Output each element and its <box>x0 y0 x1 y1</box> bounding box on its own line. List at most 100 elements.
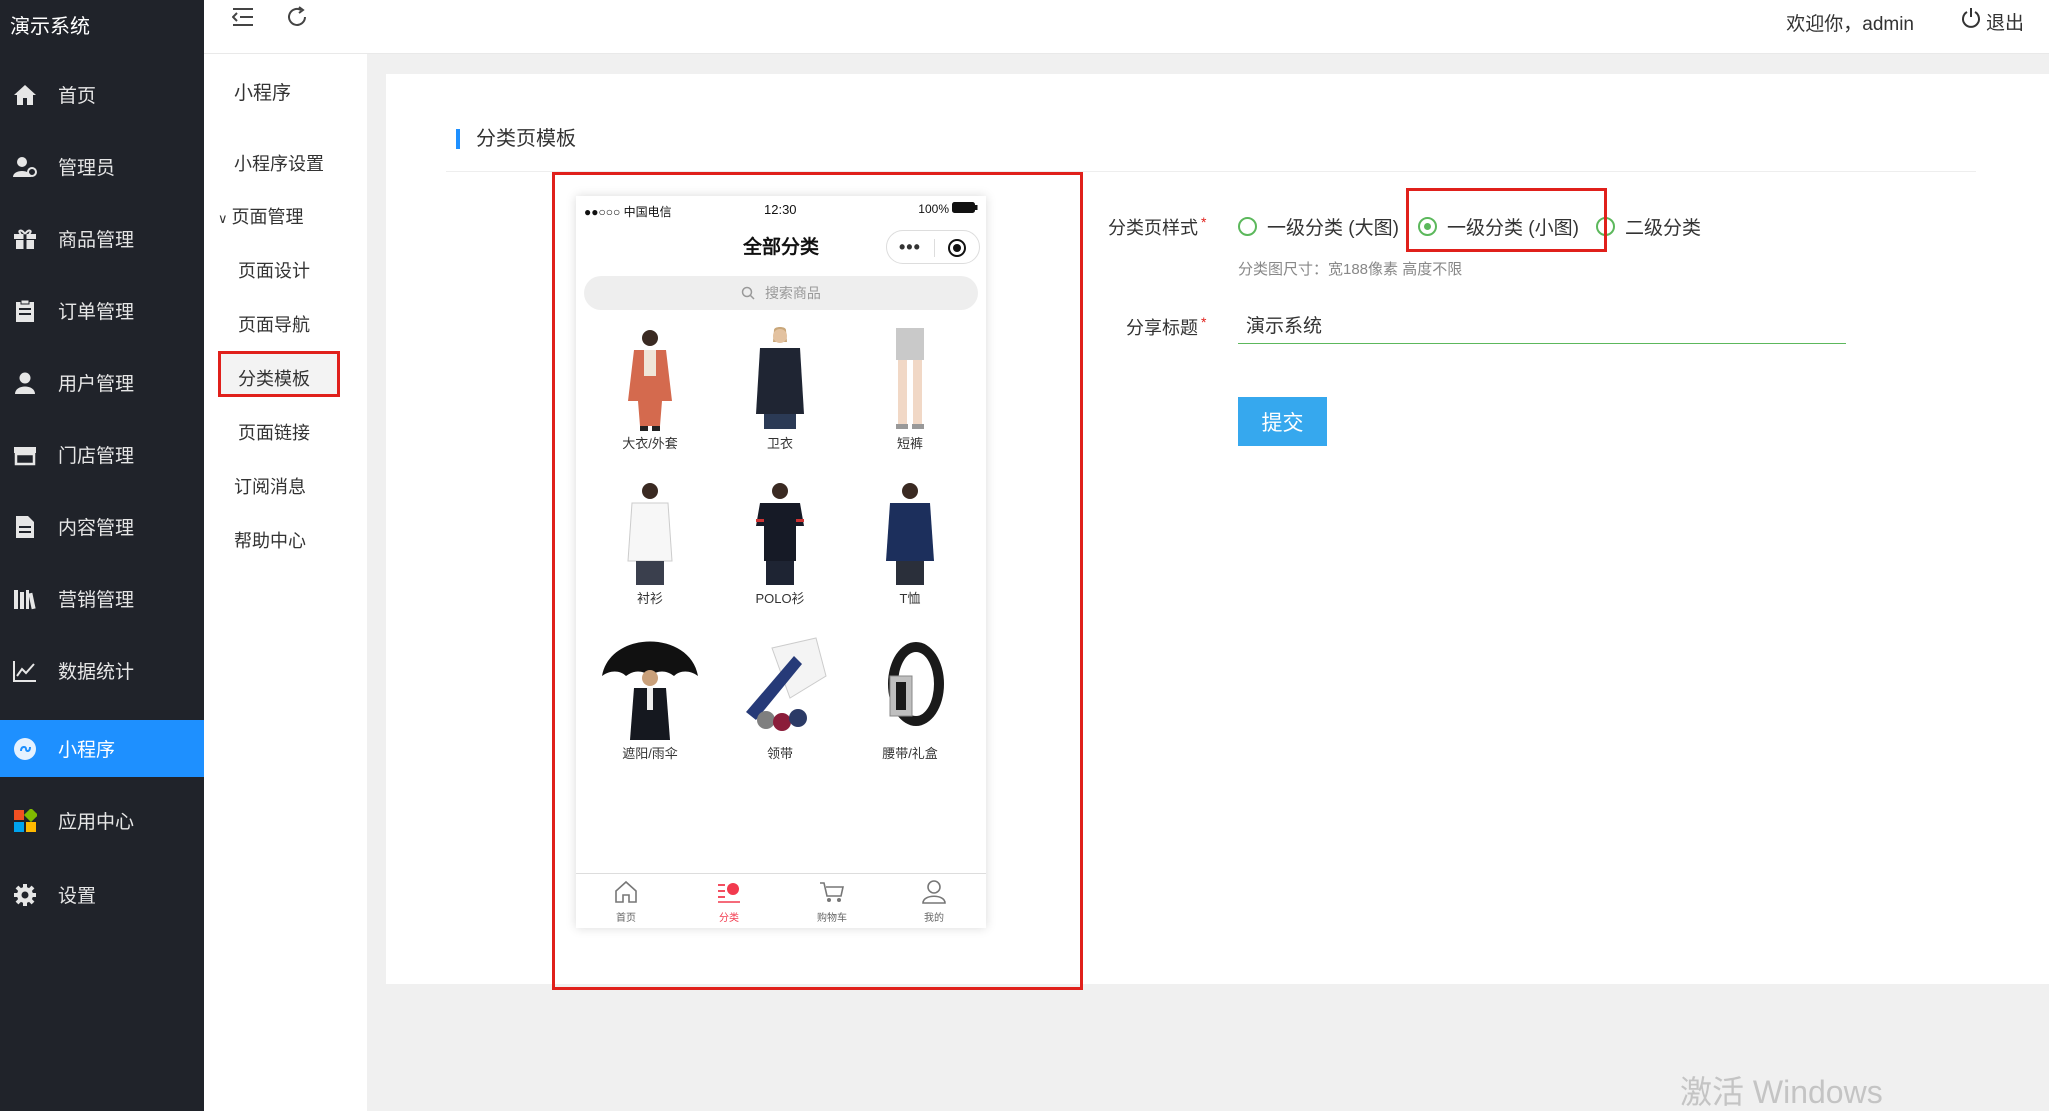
category-item[interactable]: 卫衣 <box>725 326 835 452</box>
mini-program-capsule[interactable]: ••• <box>886 230 980 264</box>
subnav-title: 小程序 <box>234 83 292 104</box>
sidebar-item-orders[interactable]: 订单管理 <box>0 282 204 339</box>
subnav-group-label: 页面管理 <box>231 207 304 227</box>
radio-label: 二级分类 <box>1625 218 1702 239</box>
logout-button[interactable]: 退出 <box>1960 7 2024 35</box>
category-icon <box>716 883 742 907</box>
subnav-item-page-nav[interactable]: 页面导航 <box>238 311 310 337</box>
sidebar-item-statistics[interactable]: 数据统计 <box>0 642 204 699</box>
category-item[interactable]: 遮阳/雨伞 <box>595 636 705 762</box>
image-size-hint: 分类图尺寸：宽188像素 高度不限 <box>1238 261 1463 278</box>
mini-program-icon <box>10 737 40 761</box>
tshirt-image <box>860 481 960 586</box>
phone-tab-home[interactable]: 首页 <box>586 880 666 924</box>
category-item[interactable]: POLO衫 <box>725 481 835 607</box>
umbrella-image <box>600 636 700 741</box>
gift-icon <box>10 227 40 251</box>
brand-title: 演示系统 <box>10 16 90 38</box>
category-label: 卫衣 <box>766 436 793 451</box>
required-mark: * <box>1201 214 1207 230</box>
subnav-item-settings[interactable]: 小程序设置 <box>234 150 324 176</box>
radio-large-image[interactable]: 一级分类 (大图) <box>1238 213 1399 240</box>
subnav-item-page-design[interactable]: 页面设计 <box>238 257 310 283</box>
battery-icon <box>952 202 978 216</box>
logout-label: 退出 <box>1985 12 2024 34</box>
sidebar-item-marketing[interactable]: 营销管理 <box>0 570 204 627</box>
phone-tab-cart[interactable]: 购物车 <box>792 880 872 924</box>
profile-icon <box>921 880 947 907</box>
shorts-image <box>860 326 960 431</box>
chevron-down-icon: ∨ <box>218 211 228 226</box>
search-placeholder: 搜索商品 <box>764 285 821 301</box>
home-icon <box>613 880 639 907</box>
category-item[interactable]: T恤 <box>855 481 965 607</box>
admin-user-icon <box>10 155 40 179</box>
app-grid-icon <box>10 808 40 833</box>
menu-fold-icon[interactable] <box>231 6 254 33</box>
selected-option-highlight <box>1406 188 1607 252</box>
page-title: 分类页模板 <box>456 129 576 149</box>
category-item[interactable]: 衬衫 <box>595 481 705 607</box>
sidebar-item-label: 用户管理 <box>58 374 135 395</box>
close-circle-icon[interactable] <box>948 239 966 257</box>
sidebar-item-settings[interactable]: 设置 <box>0 866 204 923</box>
sidebar-item-label: 营销管理 <box>58 590 135 611</box>
sidebar-item-label: 应用中心 <box>58 812 135 833</box>
required-mark: * <box>1201 314 1207 330</box>
belt-image <box>860 636 960 741</box>
sub-navigation: 小程序 小程序设置 ∨ 页面管理 页面设计 页面导航 分类模板 页面链接 订阅消息… <box>204 0 367 1111</box>
sidebar-item-content[interactable]: 内容管理 <box>0 498 204 555</box>
category-label: 遮阳/雨伞 <box>622 746 678 761</box>
subnav-item-page-management[interactable]: ∨ 页面管理 <box>218 203 304 229</box>
sidebar-item-app-center[interactable]: 应用中心 <box>0 792 204 849</box>
category-item[interactable]: 腰带/礼盒 <box>855 636 965 762</box>
radio-two-level[interactable]: 二级分类 <box>1596 213 1701 240</box>
more-icon[interactable]: ••• <box>899 237 921 258</box>
tab-label: 首页 <box>616 913 636 924</box>
radio-label: 一级分类 (大图) <box>1267 218 1399 239</box>
tie-image <box>730 636 830 741</box>
polo-shirt-image <box>730 481 830 586</box>
share-title-input[interactable] <box>1238 306 1846 344</box>
category-item[interactable]: 领带 <box>725 636 835 762</box>
user-icon <box>10 371 40 395</box>
sidebar-item-mini-program[interactable]: 小程序 <box>0 720 204 777</box>
category-label: 领带 <box>766 746 793 761</box>
carrier-text: ●●○○○ 中国电信 <box>584 205 672 219</box>
category-label: T恤 <box>899 591 921 606</box>
phone-tab-profile[interactable]: 我的 <box>894 880 974 924</box>
subnav-item-page-links[interactable]: 页面链接 <box>238 419 310 445</box>
subnav-item-subscribe-msg[interactable]: 订阅消息 <box>234 473 306 499</box>
category-item[interactable]: 大衣/外套 <box>595 326 705 452</box>
coat-image <box>600 326 700 431</box>
category-label: 腰带/礼盒 <box>882 746 938 761</box>
line-chart-icon <box>10 659 40 683</box>
search-icon <box>741 285 755 301</box>
sidebar-item-label: 管理员 <box>58 158 116 179</box>
category-item[interactable]: 短裤 <box>855 326 965 452</box>
sidebar-item-stores[interactable]: 门店管理 <box>0 426 204 483</box>
clipboard-icon <box>10 299 40 323</box>
refresh-icon[interactable] <box>286 6 308 33</box>
sidebar-item-label: 首页 <box>58 86 97 107</box>
sidebar-item-home[interactable]: 首页 <box>0 66 204 123</box>
submit-button[interactable]: 提交 <box>1238 397 1327 446</box>
phone-status-bar: ●●○○○ 中国电信 12:30 100% <box>576 196 986 220</box>
category-label: 大衣/外套 <box>622 436 678 451</box>
sidebar-item-admin[interactable]: 管理员 <box>0 138 204 195</box>
phone-search-bar[interactable]: 搜索商品 <box>584 276 978 310</box>
sidebar-item-products[interactable]: 商品管理 <box>0 210 204 267</box>
phone-tab-category[interactable]: 分类 <box>689 880 769 924</box>
battery-status: 100% <box>918 202 978 216</box>
share-field-label: 分享标题 * <box>1126 314 1206 340</box>
top-bar: 欢迎你，admin 退出 <box>204 0 2049 54</box>
style-field-label: 分类页样式 * <box>1108 214 1206 240</box>
subnav-item-category-template[interactable]: 分类模板 <box>238 365 310 391</box>
sidebar-item-label: 内容管理 <box>58 518 135 539</box>
home-icon <box>10 83 40 107</box>
tab-label: 购物车 <box>817 913 847 924</box>
subnav-item-help[interactable]: 帮助中心 <box>234 527 306 553</box>
store-icon <box>10 443 40 467</box>
sidebar-item-users[interactable]: 用户管理 <box>0 354 204 411</box>
radio-circle <box>1238 217 1257 236</box>
